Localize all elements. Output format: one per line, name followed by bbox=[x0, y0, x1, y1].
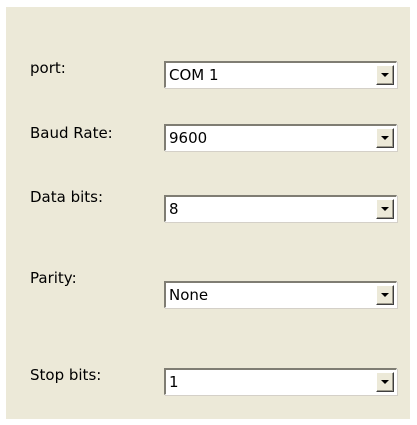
parity-dropdown-button[interactable] bbox=[376, 285, 394, 305]
stop-bits-select[interactable]: 1 bbox=[164, 368, 397, 395]
data-bits-select[interactable]: 8 bbox=[164, 195, 397, 222]
data-bits-select-value: 8 bbox=[169, 200, 179, 218]
baud-rate-select[interactable]: 9600 bbox=[164, 124, 397, 151]
port-dropdown-button[interactable] bbox=[376, 65, 394, 85]
chevron-down-icon bbox=[381, 207, 389, 211]
stop-bits-select-value: 1 bbox=[169, 373, 179, 391]
chevron-down-icon bbox=[381, 73, 389, 77]
chevron-down-icon bbox=[381, 136, 389, 140]
port-select[interactable]: COM 1 bbox=[164, 61, 397, 88]
port-select-value: COM 1 bbox=[169, 66, 219, 84]
serial-settings-panel: port: COM 1 Baud Rate: 9600 Data bits: 8… bbox=[6, 7, 410, 419]
chevron-down-icon bbox=[381, 293, 389, 297]
stop-bits-dropdown-button[interactable] bbox=[376, 372, 394, 392]
data-bits-dropdown-button[interactable] bbox=[376, 199, 394, 219]
chevron-down-icon bbox=[381, 380, 389, 384]
stop-bits-label: Stop bits: bbox=[30, 366, 102, 384]
port-label: port: bbox=[30, 59, 66, 77]
baud-rate-dropdown-button[interactable] bbox=[376, 128, 394, 148]
baud-rate-select-value: 9600 bbox=[169, 129, 208, 147]
parity-select[interactable]: None bbox=[164, 281, 397, 308]
parity-select-value: None bbox=[169, 286, 209, 304]
data-bits-label: Data bits: bbox=[30, 188, 104, 206]
baud-rate-label: Baud Rate: bbox=[30, 124, 113, 142]
parity-label: Parity: bbox=[30, 269, 77, 287]
